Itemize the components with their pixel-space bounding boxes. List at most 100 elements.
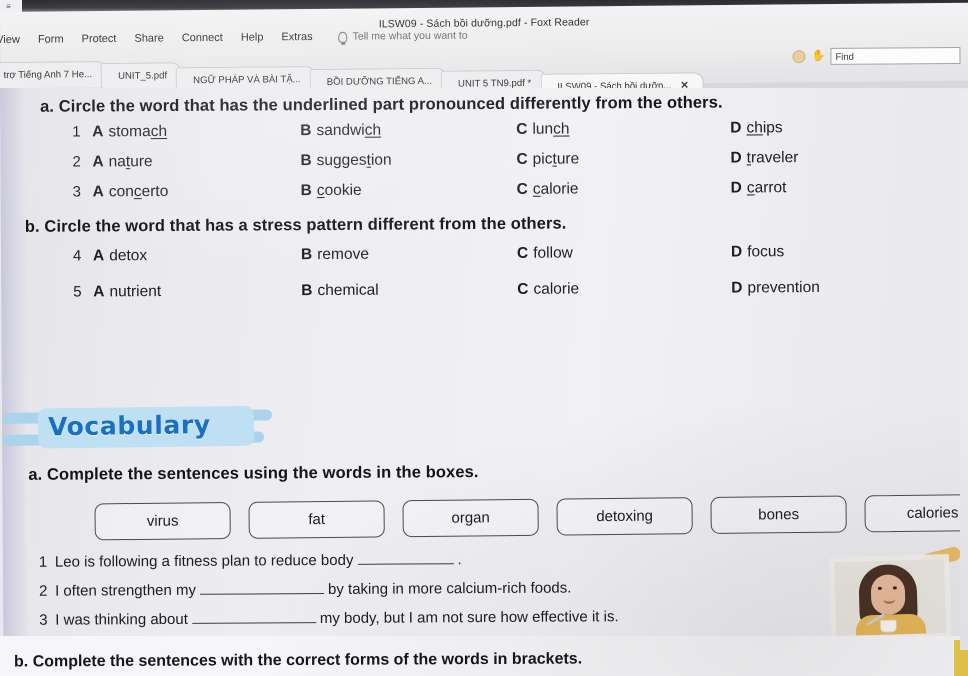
tab-tro-tieng-anh-7[interactable]: trợ Tiếng Anh 7 He...	[0, 60, 108, 89]
option-2-c[interactable]: Cpicture	[516, 150, 579, 168]
question-number: 3	[72, 183, 82, 201]
menu-item-extras[interactable]: Extras	[281, 31, 312, 43]
photo-yogurt-cup	[879, 619, 898, 633]
option-letter: B	[300, 122, 312, 140]
option-2-a[interactable]: Anature	[92, 153, 152, 171]
answer-blank-3[interactable]	[191, 611, 316, 624]
option-word: chemical	[317, 281, 379, 300]
question-row-5: 5 Anutrient Bchemical Ccalorie Dpreventi…	[1, 278, 941, 310]
option-2-d[interactable]: Dtraveler	[730, 149, 798, 167]
hand-tool-icon[interactable]: ✋	[811, 50, 825, 63]
option-word: prevention	[747, 278, 820, 297]
sentence-number: 2	[39, 582, 48, 600]
option-1-b[interactable]: Bsandwich	[300, 122, 381, 140]
option-word: nutrient	[109, 283, 162, 301]
word-box-fat[interactable]: fat	[248, 500, 385, 539]
answer-blank-1[interactable]	[357, 552, 454, 565]
sentence-number: 1	[38, 553, 48, 571]
menu-item-form[interactable]: Form	[38, 33, 64, 45]
find-input[interactable]: Find	[830, 47, 961, 65]
menu-item-connect[interactable]: Connect	[182, 32, 223, 44]
pdf-page: a. Circle the word that has the underlin…	[0, 88, 968, 676]
question-row-2: 2 Anature Bsuggestion Cpicture Dtraveler	[0, 148, 940, 180]
option-4-d[interactable]: Dfocus	[731, 243, 784, 261]
word-box-bones[interactable]: bones	[710, 495, 847, 534]
option-underlined: c	[746, 179, 755, 197]
photographed-screen: ≡ ILSW09 - Sách bồi dưỡng.pdf - Foxt Rea…	[0, 0, 968, 676]
option-underlined: c	[532, 180, 541, 198]
sentence-text-after: my body, but I am not sure how effective…	[319, 608, 619, 628]
option-underlined: c	[133, 183, 142, 201]
option-2-b[interactable]: Bsuggestion	[300, 152, 391, 171]
option-letter: A	[92, 123, 104, 141]
option-underlined: c	[316, 182, 325, 200]
option-post: erto	[141, 182, 169, 201]
find-toolbar[interactable]: ✋ Find	[792, 47, 961, 65]
option-letter: D	[731, 279, 743, 297]
word-bank: virus fat organ detoxing bones calories	[94, 493, 968, 541]
tell-me-search[interactable]: Tell me what you want to	[338, 29, 468, 43]
option-pre: sugges	[316, 151, 367, 170]
question-number: 4	[72, 247, 82, 265]
option-post: ure	[556, 150, 580, 168]
option-underlined: ch	[746, 119, 763, 137]
option-letter: B	[300, 246, 313, 264]
option-underlined: ch	[553, 120, 570, 138]
menu-item-help[interactable]: Help	[241, 31, 264, 43]
tab-unit-5-pdf[interactable]: UNIT_5.pdf	[100, 62, 183, 90]
option-letter: D	[730, 149, 742, 167]
question-number: 5	[73, 283, 82, 301]
word-box-detoxing[interactable]: detoxing	[556, 497, 693, 536]
sentence-text-after: by taking in more calcium-rich foods.	[327, 579, 572, 599]
sentence-text-before: I was thinking about	[55, 610, 188, 629]
photo-face	[870, 574, 906, 616]
vertical-scrollbar[interactable]	[960, 90, 968, 650]
option-letter: A	[92, 153, 104, 171]
option-3-d[interactable]: Dcarrot	[731, 179, 787, 197]
option-5-b[interactable]: Bchemical	[301, 282, 378, 300]
option-1-c[interactable]: Clunch	[516, 121, 569, 139]
menu-item-share[interactable]: Share	[134, 32, 163, 44]
option-letter: B	[300, 152, 312, 170]
window-title: ILSW09 - Sách bồi dưỡng.pdf - Foxt Reade…	[378, 16, 590, 31]
option-4-c[interactable]: Cfollow	[517, 245, 573, 263]
option-5-c[interactable]: Ccalorie	[517, 280, 579, 298]
tab-label: UNIT_5.pdf	[117, 70, 168, 82]
question-row-3: 3 Aconcerto Bcookie Ccalorie Dcarrot	[1, 178, 941, 210]
option-post: ips	[762, 119, 783, 137]
option-word: remove	[317, 245, 369, 264]
answer-blank-2[interactable]	[199, 582, 325, 595]
option-3-b[interactable]: Bcookie	[301, 182, 362, 200]
option-letter: B	[301, 282, 313, 300]
word-box-organ[interactable]: organ	[402, 498, 539, 538]
option-word: detox	[109, 247, 148, 265]
word-box-virus[interactable]: virus	[94, 501, 231, 541]
lightbulb-icon	[338, 31, 348, 43]
option-1-a[interactable]: Astomach	[92, 123, 167, 141]
pdf-page-viewport[interactable]: a. Circle the word that has the underlin…	[0, 88, 968, 676]
option-3-a[interactable]: Aconcerto	[93, 183, 169, 201]
option-5-d[interactable]: Dprevention	[731, 279, 820, 298]
tab-label: BỒI DƯỠNG TIẾNG A...	[326, 75, 433, 88]
tell-me-placeholder: Tell me what you want to	[352, 29, 468, 43]
highlight-icon[interactable]	[792, 50, 806, 64]
option-pre: na	[108, 153, 126, 171]
option-post: ure	[130, 153, 153, 171]
option-pre: con	[108, 183, 134, 201]
option-4-a[interactable]: Adetox	[93, 247, 147, 265]
option-3-c[interactable]: Ccalorie	[517, 180, 579, 198]
word-box-calories[interactable]: calories	[864, 493, 968, 533]
menu-item-view[interactable]: View	[0, 34, 20, 46]
menu-item-protect[interactable]: Protect	[82, 33, 117, 45]
document-tab-strip[interactable]: trợ Tiếng Anh 7 He... UNIT_5.pdf NGỮ PHÁ…	[0, 47, 704, 100]
option-post: ookie	[324, 181, 362, 200]
option-post: alorie	[540, 180, 579, 198]
option-5-a[interactable]: Anutrient	[93, 283, 161, 301]
option-1-d[interactable]: Dchips	[730, 119, 783, 137]
option-letter: A	[92, 247, 105, 265]
option-letter: D	[730, 243, 743, 261]
option-post: raveler	[750, 149, 799, 167]
question-number: 1	[72, 123, 81, 141]
option-pre: lun	[532, 120, 554, 138]
option-4-b[interactable]: Bremove	[301, 246, 369, 264]
